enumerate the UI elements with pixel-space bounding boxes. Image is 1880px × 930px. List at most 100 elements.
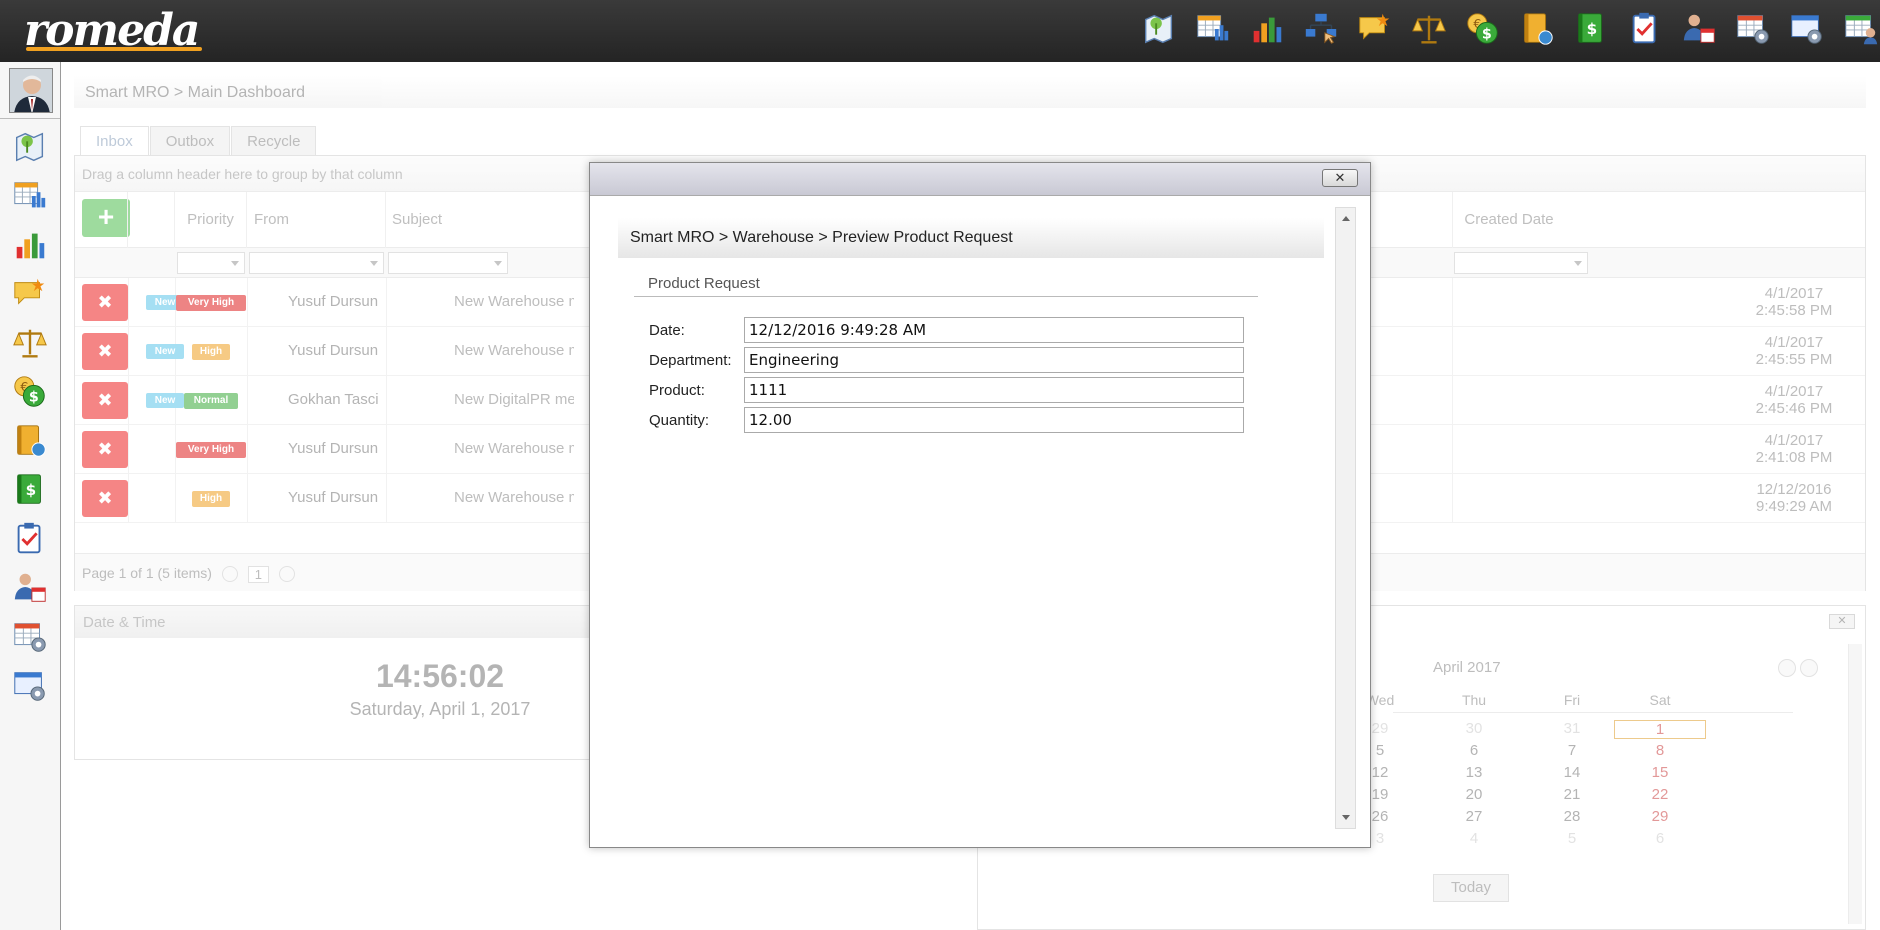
map-icon[interactable] bbox=[1140, 8, 1178, 50]
delete-button[interactable]: ✖ bbox=[82, 284, 128, 321]
created-date-filter[interactable] bbox=[1454, 252, 1588, 274]
calendar-day[interactable]: 15 bbox=[1630, 764, 1690, 781]
pager-page-number[interactable]: 1 bbox=[247, 565, 269, 583]
calendar-day[interactable]: 7 bbox=[1542, 742, 1602, 759]
subject-filter[interactable] bbox=[388, 252, 508, 274]
header-priority[interactable]: Priority bbox=[175, 192, 247, 248]
money-book-icon[interactable]: $ bbox=[10, 467, 50, 512]
sender-name: Gokhan Tasci bbox=[288, 391, 379, 408]
delete-button[interactable]: ✖ bbox=[82, 431, 128, 468]
created-date: 4/1/2017 2:45:46 PM bbox=[1739, 383, 1849, 417]
scale-icon[interactable] bbox=[10, 320, 50, 365]
user-calendar-icon[interactable] bbox=[1680, 8, 1718, 50]
header-subject[interactable]: Subject bbox=[386, 192, 516, 248]
calendar-day[interactable]: 8 bbox=[1630, 742, 1690, 759]
from-filter[interactable] bbox=[249, 252, 384, 274]
user-calendar-icon[interactable] bbox=[10, 565, 50, 610]
calendar-day[interactable]: 14 bbox=[1542, 764, 1602, 781]
calendar-scrollbar[interactable] bbox=[1848, 644, 1862, 924]
calendar-day[interactable]: 27 bbox=[1444, 808, 1504, 825]
address-book-icon[interactable] bbox=[10, 418, 50, 463]
user-avatar[interactable] bbox=[9, 68, 53, 113]
table-chart-icon[interactable] bbox=[1194, 8, 1232, 50]
calendar-day[interactable]: 13 bbox=[1444, 764, 1504, 781]
created-date-time: 9:49:29 AM bbox=[1756, 498, 1832, 515]
clipboard-check-icon[interactable] bbox=[10, 516, 50, 561]
calendar-day[interactable]: 4 bbox=[1444, 830, 1504, 847]
delete-button[interactable]: ✖ bbox=[82, 333, 128, 370]
quantity-field[interactable]: 12.00 bbox=[744, 407, 1244, 433]
table-settings-icon[interactable] bbox=[1734, 8, 1772, 50]
column-separator bbox=[1452, 376, 1453, 425]
message-subject[interactable]: New Warehouse message bbox=[454, 440, 574, 457]
svg-text:$: $ bbox=[1482, 27, 1492, 43]
calendar-day[interactable]: 28 bbox=[1542, 808, 1602, 825]
calendar-day[interactable]: 30 bbox=[1444, 720, 1504, 737]
calendar-day[interactable]: 29 bbox=[1630, 808, 1690, 825]
window-settings-icon[interactable] bbox=[1788, 8, 1826, 50]
column-separator bbox=[128, 376, 129, 425]
calendar-today-button[interactable]: Today bbox=[1433, 874, 1509, 902]
calendar-day[interactable]: 31 bbox=[1542, 720, 1602, 737]
table-settings-icon[interactable] bbox=[10, 614, 50, 659]
window-settings-icon[interactable] bbox=[10, 663, 50, 708]
priority-badge: High bbox=[192, 344, 230, 360]
priority-filter[interactable] bbox=[177, 252, 245, 274]
product-request-form: Date: 12/12/2016 9:49:28 AM Department: … bbox=[649, 315, 1324, 435]
pager-next-icon[interactable] bbox=[278, 566, 295, 583]
pager-prev-icon[interactable] bbox=[221, 566, 238, 583]
address-book-icon[interactable] bbox=[1518, 8, 1556, 50]
calendar-next-year-icon[interactable] bbox=[1800, 659, 1818, 677]
calendar-day[interactable]: 5 bbox=[1542, 830, 1602, 847]
bar-chart-icon[interactable] bbox=[1248, 8, 1286, 50]
header-from[interactable]: From bbox=[247, 192, 386, 248]
message-subject[interactable]: New Warehouse message bbox=[454, 293, 574, 310]
dialog-titlebar[interactable]: ✕ bbox=[590, 163, 1370, 196]
created-date-day: 4/1/2017 bbox=[1764, 334, 1824, 351]
org-chart-icon[interactable] bbox=[1302, 8, 1340, 50]
department-field[interactable]: Engineering bbox=[744, 347, 1244, 373]
calendar-day[interactable]: 21 bbox=[1542, 786, 1602, 803]
calendar-next-month-icon[interactable] bbox=[1778, 659, 1796, 677]
message-subject[interactable]: New Warehouse message bbox=[454, 489, 574, 506]
dialog-scrollbar[interactable] bbox=[1335, 207, 1356, 829]
calendar-day[interactable]: 22 bbox=[1630, 786, 1690, 803]
calendar-day[interactable]: 6 bbox=[1630, 830, 1690, 847]
bar-chart-icon[interactable] bbox=[10, 222, 50, 267]
pager-summary: Page 1 of 1 (5 items) bbox=[82, 565, 212, 581]
date-field[interactable]: 12/12/2016 9:49:28 AM bbox=[744, 317, 1244, 343]
chat-icon[interactable] bbox=[10, 271, 50, 316]
sender-name: Yusuf Dursun bbox=[288, 342, 379, 359]
tab-recycle[interactable]: Recycle bbox=[231, 126, 317, 156]
svg-text:$: $ bbox=[26, 480, 37, 498]
calendar-month: April 2017 bbox=[1433, 659, 1501, 676]
delete-button[interactable]: ✖ bbox=[82, 382, 128, 419]
table-chart-icon[interactable] bbox=[10, 173, 50, 218]
message-subject[interactable]: New Warehouse message bbox=[454, 342, 574, 359]
chat-icon[interactable] bbox=[1356, 8, 1394, 50]
money-book-icon[interactable]: $ bbox=[1572, 8, 1610, 50]
scale-icon[interactable] bbox=[1410, 8, 1448, 50]
dialog-close-button[interactable]: ✕ bbox=[1322, 169, 1358, 187]
created-date-day: 4/1/2017 bbox=[1764, 383, 1824, 400]
message-subject[interactable]: New DigitalPR message bbox=[454, 391, 574, 408]
scroll-up-icon[interactable] bbox=[1342, 216, 1350, 221]
currency-exchange-icon[interactable]: € $ bbox=[1464, 8, 1502, 50]
header-created-date[interactable]: Created Date bbox=[1452, 192, 1565, 248]
table-user-icon[interactable] bbox=[1842, 8, 1880, 50]
priority-badge: Very High bbox=[176, 442, 246, 458]
tab-inbox[interactable]: Inbox bbox=[80, 126, 149, 156]
calendar-day[interactable]: 20 bbox=[1444, 786, 1504, 803]
calendar-day[interactable]: 1 bbox=[1614, 720, 1706, 739]
tab-outbox[interactable]: Outbox bbox=[149, 126, 231, 156]
calendar-day[interactable]: 6 bbox=[1444, 742, 1504, 759]
scroll-down-icon[interactable] bbox=[1342, 815, 1350, 820]
clipboard-check-icon[interactable] bbox=[1626, 8, 1664, 50]
page-breadcrumb: Smart MRO > Main Dashboard bbox=[74, 76, 1866, 108]
currency-exchange-icon[interactable]: € $ bbox=[10, 369, 50, 414]
map-icon[interactable] bbox=[10, 124, 50, 169]
product-field[interactable]: 1111 bbox=[744, 377, 1244, 403]
calendar-close-button[interactable]: ✕ bbox=[1829, 614, 1855, 629]
delete-button[interactable]: ✖ bbox=[82, 480, 128, 517]
column-separator bbox=[1452, 278, 1453, 327]
